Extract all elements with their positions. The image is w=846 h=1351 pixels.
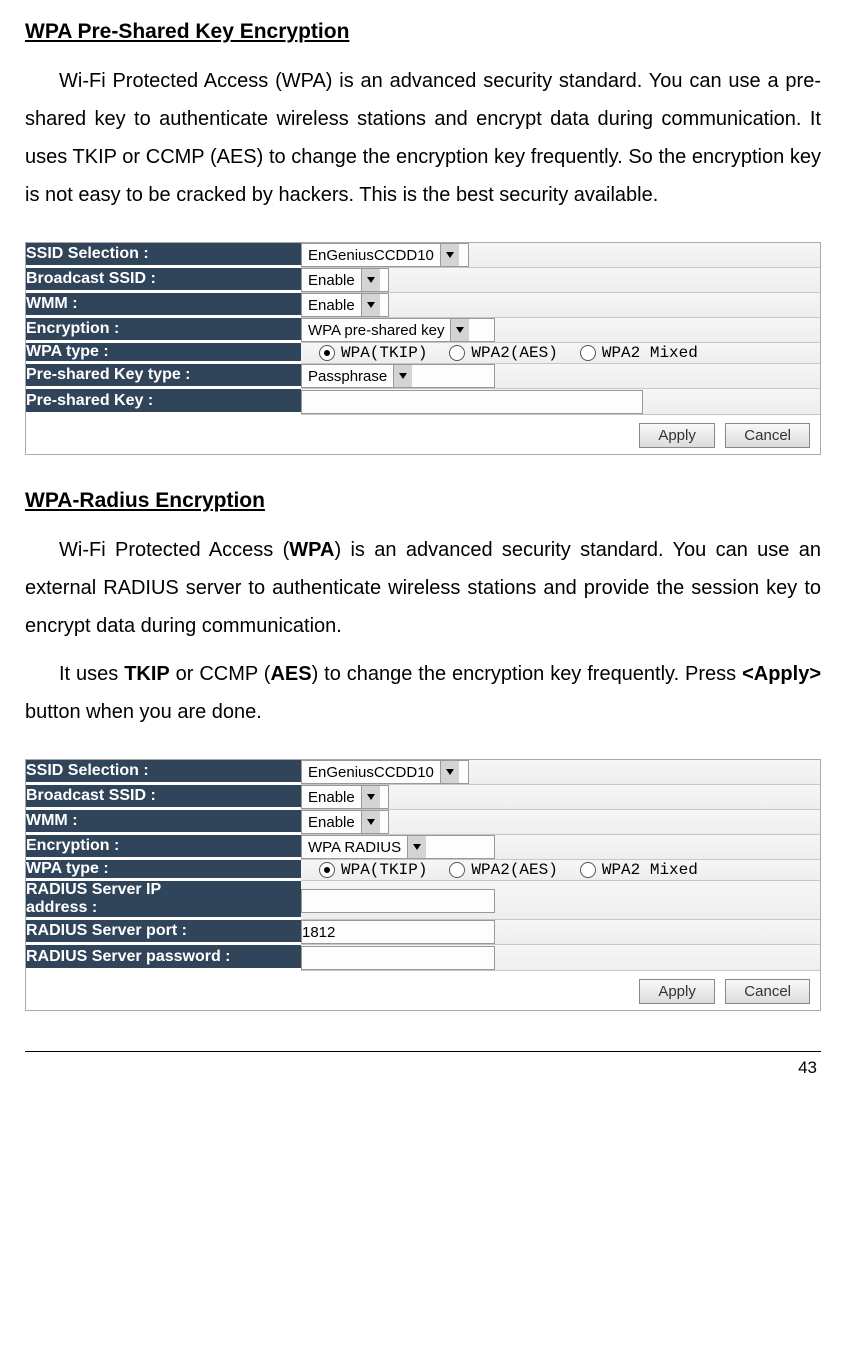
label-wmm: WMM : [26,293,301,318]
psk-type-select[interactable]: Passphrase [301,364,495,388]
radio-icon [580,862,596,878]
wpa-type-radio-group[interactable]: WPA(TKIP) WPA2(AES) WPA2 Mixed [301,861,820,879]
apply-button[interactable]: Apply [639,423,715,448]
settings-panel-psk: SSID Selection : EnGeniusCCDD10 Broadcas… [25,242,821,455]
label-encryption: Encryption : [26,318,301,343]
radio-label: WPA2 Mixed [602,861,698,879]
label-psk-type: Pre-shared Key type : [26,364,301,389]
heading-wpa-psk: WPA Pre-Shared Key Encryption [25,20,821,44]
ssid-select-value: EnGeniusCCDD10 [302,764,440,781]
label-radius-port: RADIUS Server port : [26,920,301,945]
dropdown-arrow-icon [361,786,380,808]
label-broadcast-ssid: Broadcast SSID : [26,785,301,810]
broadcast-select-value: Enable [302,789,361,806]
dropdown-arrow-icon [361,811,380,833]
paragraph-wpa-psk: Wi-Fi Protected Access (WPA) is an advan… [25,62,821,214]
label-psk: Pre-shared Key : [26,389,301,415]
radius-port-input[interactable]: 1812 [301,920,495,944]
radio-icon [449,862,465,878]
encryption-select[interactable]: WPA pre-shared key [301,318,495,342]
footer-divider [25,1051,821,1052]
encryption-select[interactable]: WPA RADIUS [301,835,495,859]
radius-password-input[interactable] [301,946,495,970]
broadcast-select[interactable]: Enable [301,785,389,809]
dropdown-arrow-icon [361,269,380,291]
encryption-select-value: WPA RADIUS [302,839,407,856]
radius-ip-input[interactable] [301,889,495,913]
broadcast-select-value: Enable [302,272,361,289]
radio-label: WPA2 Mixed [602,344,698,362]
dropdown-arrow-icon [440,244,459,266]
radio-label: WPA2(AES) [471,861,557,879]
page-number: 43 [25,1058,821,1078]
broadcast-select[interactable]: Enable [301,268,389,292]
wmm-select[interactable]: Enable [301,810,389,834]
label-ssid-selection: SSID Selection : [26,760,301,785]
cancel-button[interactable]: Cancel [725,423,810,448]
label-wpa-type: WPA type : [26,860,301,881]
dropdown-arrow-icon [440,761,459,783]
cancel-button[interactable]: Cancel [725,979,810,1004]
heading-wpa-radius: WPA-Radius Encryption [25,489,821,513]
label-broadcast-ssid: Broadcast SSID : [26,268,301,293]
ssid-select[interactable]: EnGeniusCCDD10 [301,760,469,784]
ssid-select[interactable]: EnGeniusCCDD10 [301,243,469,267]
dropdown-arrow-icon [407,836,426,858]
radio-icon [580,345,596,361]
dropdown-arrow-icon [361,294,380,316]
wmm-select-value: Enable [302,297,361,314]
psk-type-select-value: Passphrase [302,368,393,385]
wmm-select[interactable]: Enable [301,293,389,317]
label-radius-ip: RADIUS Server IP address : [26,881,301,920]
label-radius-password: RADIUS Server password : [26,945,301,971]
paragraph-wpa-radius-2: It uses TKIP or CCMP (AES) to change the… [25,655,821,731]
settings-panel-radius: SSID Selection : EnGeniusCCDD10 Broadcas… [25,759,821,1011]
radio-label: WPA(TKIP) [341,344,427,362]
label-wpa-type: WPA type : [26,343,301,364]
wmm-select-value: Enable [302,814,361,831]
psk-input[interactable] [301,390,643,414]
radius-port-value: 1812 [302,924,335,941]
encryption-select-value: WPA pre-shared key [302,322,450,339]
wpa-type-radio-group[interactable]: WPA(TKIP) WPA2(AES) WPA2 Mixed [301,344,820,362]
dropdown-arrow-icon [393,365,412,387]
dropdown-arrow-icon [450,319,469,341]
label-wmm: WMM : [26,810,301,835]
radio-icon [319,862,335,878]
radio-icon [449,345,465,361]
paragraph-wpa-radius-1: Wi-Fi Protected Access (WPA) is an advan… [25,531,821,645]
radio-label: WPA(TKIP) [341,861,427,879]
label-encryption: Encryption : [26,835,301,860]
radio-label: WPA2(AES) [471,344,557,362]
label-ssid-selection: SSID Selection : [26,243,301,268]
apply-button[interactable]: Apply [639,979,715,1004]
radio-icon [319,345,335,361]
ssid-select-value: EnGeniusCCDD10 [302,247,440,264]
